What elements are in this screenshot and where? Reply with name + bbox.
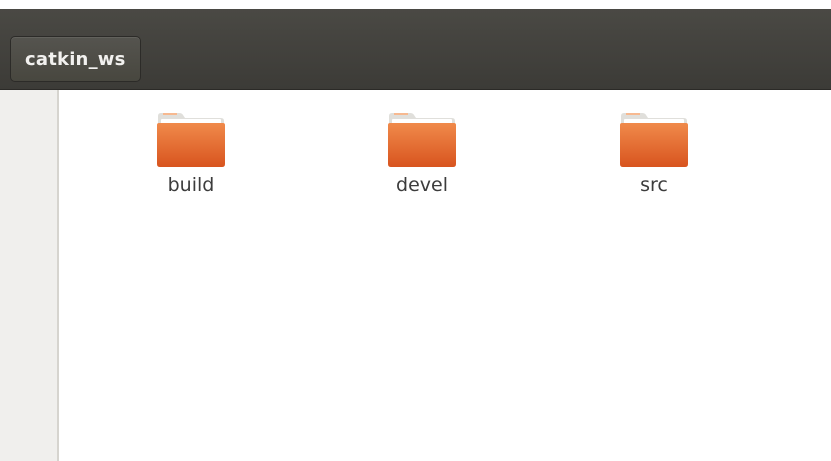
file-item-devel[interactable]: devel (362, 110, 482, 196)
file-item-build[interactable]: build (131, 110, 251, 196)
window-top-edge (0, 0, 831, 9)
file-item-label: src (640, 174, 668, 196)
folder-icon (388, 113, 456, 167)
file-view[interactable]: build devel src (59, 90, 831, 461)
folder-icon (620, 113, 688, 167)
file-item-label: build (167, 174, 215, 196)
toolbar: catkin_ws (0, 9, 831, 90)
sidebar[interactable] (0, 90, 59, 461)
file-item-label: devel (396, 174, 448, 196)
breadcrumb-current-folder-button[interactable]: catkin_ws (10, 36, 141, 82)
breadcrumb-label: catkin_ws (25, 48, 126, 70)
file-item-src[interactable]: src (594, 110, 714, 196)
file-manager-window: catkin_ws build devel src (0, 0, 831, 461)
folder-icon (157, 113, 225, 167)
